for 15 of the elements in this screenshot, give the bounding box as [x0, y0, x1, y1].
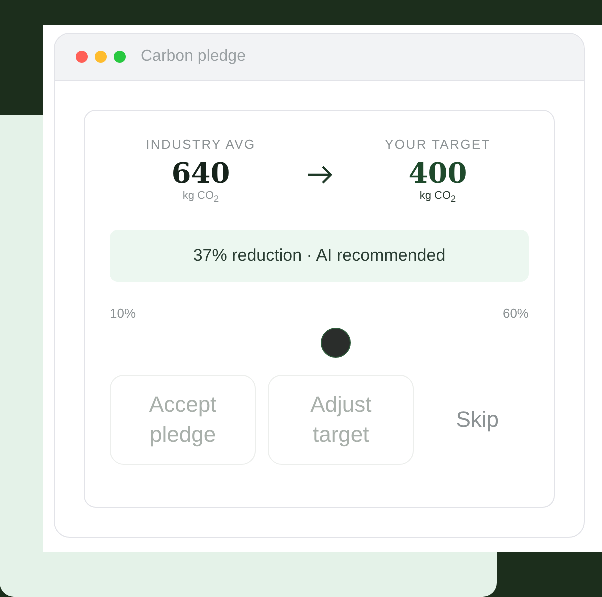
recommendation-banner: 37% reduction · AI recommended: [110, 230, 529, 282]
stat-label: INDUSTRY AVG: [146, 137, 256, 152]
stat-label: YOUR TARGET: [385, 137, 491, 152]
slider-thumb[interactable]: [321, 328, 352, 358]
minimize-icon[interactable]: [95, 51, 107, 63]
max-label: 60%: [502, 306, 529, 322]
min-label: 10%: [110, 306, 136, 322]
stat-value: 400: [408, 158, 468, 190]
unit-label: kg CO$_{2}$: [182, 190, 220, 204]
maximize-icon[interactable]: [114, 51, 126, 63]
window-title: Carbon pledge: [141, 48, 246, 66]
stat-value: 640: [172, 158, 230, 190]
close-icon[interactable]: [76, 51, 88, 63]
unit-label: kg CO$_{2}$: [420, 190, 456, 204]
arrow-right-icon: [306, 165, 334, 185]
